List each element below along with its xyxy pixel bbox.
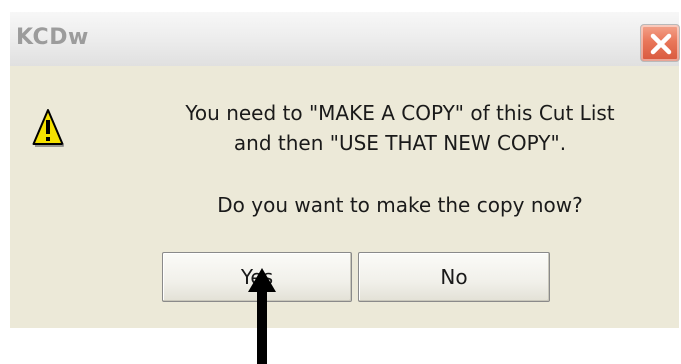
close-button[interactable] bbox=[640, 24, 680, 62]
window-title: KCDw bbox=[16, 25, 89, 50]
confirmation-question: Do you want to make the copy now? bbox=[217, 193, 583, 217]
title-bar[interactable]: KCDw bbox=[10, 12, 680, 66]
warning-icon bbox=[32, 109, 64, 147]
message-line-1: You need to "MAKE A COPY" of this Cut Li… bbox=[185, 101, 615, 125]
pointer-arrow-icon bbox=[248, 268, 276, 364]
message-line-2: and then "USE THAT NEW COPY". bbox=[233, 131, 567, 155]
message-dialog: KCDw You need to "MAKE A COPY" of this C… bbox=[10, 12, 680, 328]
no-button[interactable]: No bbox=[358, 252, 550, 302]
close-icon bbox=[650, 33, 672, 55]
